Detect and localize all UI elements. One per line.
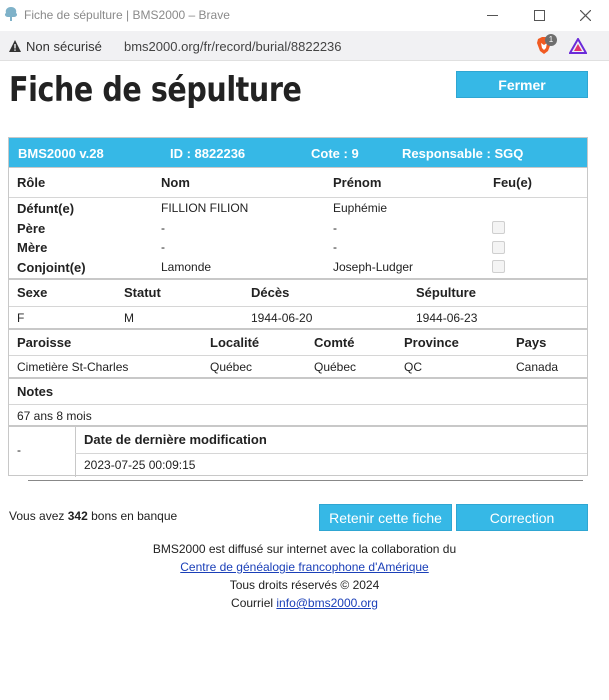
footer-line-link: Centre de généalogie francophone d'Améri… — [0, 560, 609, 574]
role-pere: Père — [17, 221, 46, 236]
footer-line-collaboration: BMS2000 est diffusé sur internet avec la… — [152, 542, 457, 556]
browser-title-bar: Fiche de sépulture | BMS2000 – Brave — [0, 0, 609, 31]
col-header-province: Province — [404, 335, 459, 350]
value-statut: M — [124, 311, 134, 325]
cgfa-link[interactable]: Centre de généalogie francophone d'Améri… — [180, 560, 428, 574]
value-sepulture: 1944-06-23 — [416, 311, 478, 325]
bank-prefix: Vous avez — [9, 509, 65, 523]
notes-section: Notes 67 ans 8 mois — [9, 377, 587, 425]
prenom-mere: - — [333, 240, 337, 254]
checkbox-feu-pere — [492, 221, 505, 234]
people-table: Rôle Nom Prénom Feu(e) Défunt(e) FILLION… — [9, 167, 587, 278]
value-comte: Québec — [314, 360, 357, 374]
footer-copyright: Tous droits réservés © 2024 — [229, 578, 380, 592]
prenom-conjoint: Joseph-Ludger — [333, 260, 414, 274]
retain-record-button[interactable]: Retenir cette fiche — [319, 504, 452, 531]
value-paroisse: Cimetière St-Charles — [17, 360, 129, 374]
divider — [9, 306, 587, 307]
close-icon — [579, 10, 591, 21]
col-header-role: Rôle — [17, 175, 46, 190]
close-window-button[interactable] — [562, 0, 608, 31]
col-header-comte: Comté — [314, 335, 355, 350]
col-header-paroisse: Paroisse — [17, 335, 72, 350]
divider — [9, 404, 587, 405]
footer-email-line: Courriel info@bms2000.org — [0, 596, 609, 610]
value-province: QC — [404, 360, 422, 374]
prenom-defunt: Euphémie — [333, 201, 388, 215]
role-defunt: Défunt(e) — [17, 201, 75, 216]
role-mere: Mère — [17, 240, 48, 255]
divider — [75, 427, 76, 477]
modification-section: - Date de dernière modification 2023-07-… — [9, 425, 587, 477]
col-header-nom: Nom — [161, 175, 190, 190]
footer-email-prefix: Courriel — [231, 596, 274, 610]
place-table: Paroisse Localité Comté Province Pays Ci… — [9, 328, 587, 377]
col-header-statut: Statut — [124, 285, 161, 300]
checkbox-feu-conjoint — [492, 260, 505, 273]
divider — [75, 453, 587, 454]
checkbox-feu-mere — [492, 241, 505, 254]
value-localite: Québec — [210, 360, 253, 374]
modification-label: Date de dernière modification — [84, 432, 267, 447]
nom-mere: - — [161, 240, 165, 254]
notes-value: 67 ans 8 mois — [17, 409, 92, 423]
value-deces: 1944-06-20 — [251, 311, 313, 325]
bank-count: 342 — [67, 509, 88, 523]
address-bar[interactable]: Non sécurisé bms2000.org/fr/record/buria… — [0, 31, 609, 61]
prenom-pere: - — [333, 221, 337, 235]
maximize-icon — [533, 10, 545, 21]
brave-rewards-icon[interactable] — [569, 38, 587, 54]
correction-button[interactable]: Correction — [456, 504, 588, 531]
nom-pere: - — [161, 221, 165, 235]
record-version: BMS2000 v.28 — [18, 146, 104, 161]
warning-icon[interactable] — [8, 39, 22, 53]
security-label[interactable]: Non sécurisé — [26, 39, 102, 54]
burial-record: BMS2000 v.28 ID : 8822236 Cote : 9 Respo… — [8, 137, 588, 477]
maximize-button[interactable] — [516, 0, 562, 31]
value-pays: Canada — [516, 360, 559, 374]
window-title: Fiche de sépulture | BMS2000 – Brave — [24, 8, 230, 22]
record-responsable: Responsable : SGQ — [402, 146, 524, 161]
value-sexe: F — [17, 311, 25, 325]
col-header-sepulture: Sépulture — [416, 285, 476, 300]
email-link[interactable]: info@bms2000.org — [276, 596, 378, 610]
page-title: Fiche de sépulture — [9, 70, 302, 110]
col-header-sexe: Sexe — [17, 285, 48, 300]
col-header-deces: Décès — [251, 285, 290, 300]
col-header-pays: Pays — [516, 335, 547, 350]
divider — [9, 197, 587, 198]
close-button[interactable]: Fermer — [456, 71, 588, 98]
bank-balance: Vous avez 342 bons en banque — [9, 509, 177, 523]
url-text[interactable]: bms2000.org/fr/record/burial/8822236 — [124, 39, 342, 54]
vitals-table: Sexe Statut Décès Sépulture F M 1944-06-… — [9, 278, 587, 328]
shields-count-badge: 1 — [545, 34, 557, 46]
nom-conjoint: Lamonde — [161, 260, 212, 274]
col-header-prenom: Prénom — [333, 175, 382, 190]
record-header: BMS2000 v.28 ID : 8822236 Cote : 9 Respo… — [9, 138, 587, 167]
role-conjoint: Conjoint(e) — [17, 260, 86, 275]
app-tree-icon — [4, 7, 18, 21]
nom-defunt: FILLION FILION — [161, 201, 249, 215]
col-header-localite: Localité — [210, 335, 260, 350]
col-header-feu: Feu(e) — [493, 175, 532, 190]
divider — [9, 355, 587, 356]
bank-suffix: bons en banque — [91, 509, 178, 523]
modification-date: 2023-07-25 00:09:15 — [84, 458, 196, 472]
notes-label: Notes — [17, 384, 54, 399]
record-cote: Cote : 9 — [311, 146, 359, 161]
horizontal-rule — [28, 480, 583, 481]
minimize-button[interactable] — [469, 0, 515, 31]
modification-left-value: - — [17, 443, 21, 457]
record-id: ID : 8822236 — [170, 146, 246, 161]
minimize-icon — [486, 15, 498, 16]
